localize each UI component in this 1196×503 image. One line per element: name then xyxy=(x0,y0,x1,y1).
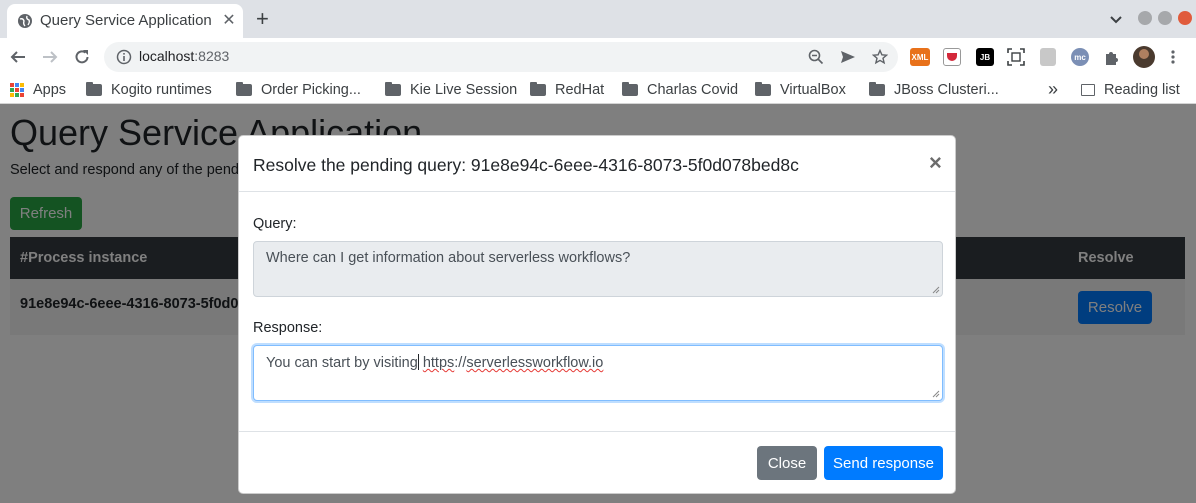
folder-icon xyxy=(622,82,638,96)
resize-handle-icon[interactable] xyxy=(932,286,940,294)
reading-list-icon xyxy=(1081,84,1095,96)
response-url-domain: serverlessworkflow.io xyxy=(466,355,604,371)
star-icon[interactable] xyxy=(872,49,888,65)
reading-list-label: Reading list xyxy=(1104,82,1180,98)
bookmark-folder-kogito[interactable]: Kogito runtimes xyxy=(86,82,212,98)
avatar-face xyxy=(1139,49,1149,59)
bookmark-label: Order Picking... xyxy=(261,82,361,98)
apps-grid-icon xyxy=(10,83,24,97)
bookmark-apps-label: Apps xyxy=(33,82,67,98)
query-text: Where can I get information about server… xyxy=(266,250,631,266)
resolve-query-modal: Resolve the pending query: 91e8e94c-6eee… xyxy=(238,135,956,494)
bookmark-label: Charlas Covid xyxy=(647,82,739,98)
new-tab-button[interactable]: + xyxy=(256,6,269,32)
globe-icon xyxy=(18,14,32,28)
send-icon[interactable] xyxy=(840,49,856,65)
reading-list-button[interactable]: Reading list xyxy=(1081,82,1180,98)
response-textarea[interactable]: You can start by visiting https://server… xyxy=(253,345,943,401)
tab-close-icon[interactable]: ✕ xyxy=(219,10,239,30)
bookmark-label: RedHat xyxy=(555,82,605,98)
bookmark-label: Kie Live Session xyxy=(410,82,518,98)
screenshot-icon[interactable] xyxy=(1007,48,1025,66)
back-icon[interactable] xyxy=(9,48,27,66)
folder-icon xyxy=(86,82,102,96)
query-textarea[interactable]: Where can I get information about server… xyxy=(253,241,943,297)
close-button[interactable]: Close xyxy=(757,446,817,480)
pocket-extension-icon[interactable] xyxy=(943,48,961,66)
bi-extension-icon[interactable] xyxy=(1040,48,1056,66)
modal-title: Resolve the pending query: 91e8e94c-6eee… xyxy=(253,155,799,175)
bookmark-label: JBoss Clusteri... xyxy=(894,82,999,98)
bookmark-apps[interactable]: Apps xyxy=(10,82,66,98)
maximize-window-button[interactable] xyxy=(1158,11,1172,25)
bookmark-folder-jboss[interactable]: JBoss Clusteri... xyxy=(869,82,999,98)
modal-close-icon[interactable]: × xyxy=(929,150,942,176)
response-url-scheme: https xyxy=(422,355,455,371)
minimize-window-button[interactable] xyxy=(1138,11,1152,25)
modal-footer: Close Send response xyxy=(239,431,955,493)
pocket-icon xyxy=(947,53,957,61)
forward-icon[interactable] xyxy=(41,48,59,66)
modal-header: Resolve the pending query: 91e8e94c-6eee… xyxy=(239,136,955,192)
browser-tab[interactable]: Query Service Application ✕ xyxy=(7,4,243,38)
bookmark-folder-kie-live[interactable]: Kie Live Session xyxy=(385,82,517,98)
send-response-button[interactable]: Send response xyxy=(824,446,943,480)
extensions-icon[interactable] xyxy=(1103,49,1120,66)
bookmark-label: VirtualBox xyxy=(780,82,846,98)
tab-strip: Query Service Application ✕ + xyxy=(0,0,1196,38)
menu-dots-icon[interactable] xyxy=(1170,49,1176,65)
bookmark-folder-virtualbox[interactable]: VirtualBox xyxy=(755,82,846,98)
bookmark-folder-order-picking[interactable]: Order Picking... xyxy=(236,82,361,98)
zoom-icon[interactable] xyxy=(808,49,824,65)
xml-extension-icon[interactable]: XML xyxy=(910,48,930,66)
reload-icon[interactable] xyxy=(73,48,91,66)
url-text[interactable]: localhost:8283 xyxy=(139,48,229,64)
folder-icon xyxy=(236,82,252,96)
bookmark-label: Kogito runtimes xyxy=(111,82,212,98)
folder-icon xyxy=(869,82,885,96)
bookmarks-overflow-button[interactable]: » xyxy=(1048,79,1058,100)
url-host: localhost xyxy=(139,48,195,64)
mc-extension-icon[interactable]: mc xyxy=(1071,48,1089,66)
resize-handle-icon[interactable] xyxy=(932,390,940,398)
folder-icon xyxy=(755,82,771,96)
url-port: :8283 xyxy=(194,48,230,64)
tab-title: Query Service Application xyxy=(40,12,212,29)
folder-icon xyxy=(385,82,401,96)
profile-avatar[interactable] xyxy=(1133,46,1155,68)
query-label: Query: xyxy=(253,216,297,232)
close-window-button[interactable] xyxy=(1178,11,1192,25)
chevron-down-icon[interactable] xyxy=(1108,11,1124,27)
info-icon[interactable] xyxy=(116,49,132,65)
response-url-separator: :// xyxy=(454,355,467,371)
jb-extension-icon[interactable]: JB xyxy=(976,48,994,66)
text-caret xyxy=(417,354,419,370)
response-label: Response: xyxy=(253,320,323,336)
bookmark-folder-charlas-covid[interactable]: Charlas Covid xyxy=(622,82,738,98)
bookmark-folder-redhat[interactable]: RedHat xyxy=(530,82,604,98)
response-text-start: You can start by visiting xyxy=(266,355,418,371)
folder-icon xyxy=(530,82,546,96)
